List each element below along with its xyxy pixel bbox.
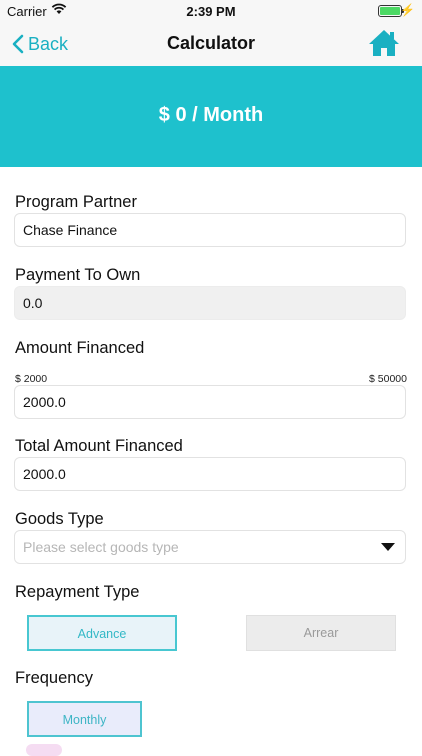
program-partner-label: Program Partner bbox=[15, 193, 137, 211]
total-amount-financed-label: Total Amount Financed bbox=[15, 437, 183, 455]
repayment-advance-button[interactable]: Advance bbox=[27, 615, 177, 651]
status-time: 2:39 PM bbox=[186, 4, 236, 19]
home-button[interactable] bbox=[368, 28, 400, 58]
total-amount-financed-field[interactable]: 2000.0 bbox=[14, 457, 406, 491]
goods-type-select[interactable]: Please select goods type bbox=[14, 530, 406, 564]
frequency-label: Frequency bbox=[15, 669, 93, 687]
cut-off-option[interactable] bbox=[26, 744, 62, 756]
amount-financed-label: Amount Financed bbox=[15, 339, 145, 357]
payment-to-own-field: 0.0 bbox=[14, 286, 406, 320]
page-title: Calculator bbox=[166, 33, 256, 53]
charging-bolt-icon: ⚡ bbox=[400, 3, 415, 17]
goods-type-label: Goods Type bbox=[15, 510, 104, 528]
home-icon bbox=[369, 30, 399, 56]
frequency-monthly-button[interactable]: Monthly bbox=[27, 701, 142, 737]
repayment-arrear-button[interactable]: Arrear bbox=[246, 615, 396, 651]
caret-down-icon bbox=[381, 543, 395, 551]
goods-type-placeholder: Please select goods type bbox=[23, 539, 179, 555]
monthly-payment-text: $ 0 / Month bbox=[158, 104, 264, 126]
monthly-payment-banner: $ 0 / Month bbox=[0, 66, 422, 167]
amount-min-label: $ 2000 bbox=[15, 373, 48, 385]
program-partner-field[interactable]: Chase Finance bbox=[14, 213, 406, 247]
status-bar: Carrier 2:39 PM ⚡ bbox=[0, 0, 422, 22]
battery-icon bbox=[378, 5, 404, 17]
repayment-type-label: Repayment Type bbox=[15, 583, 140, 601]
amount-financed-field[interactable]: 2000.0 bbox=[14, 385, 406, 419]
payment-to-own-label: Payment To Own bbox=[15, 266, 141, 284]
amount-max-label: $ 50000 bbox=[369, 373, 407, 385]
navigation-bar: Back Calculator bbox=[0, 22, 422, 66]
